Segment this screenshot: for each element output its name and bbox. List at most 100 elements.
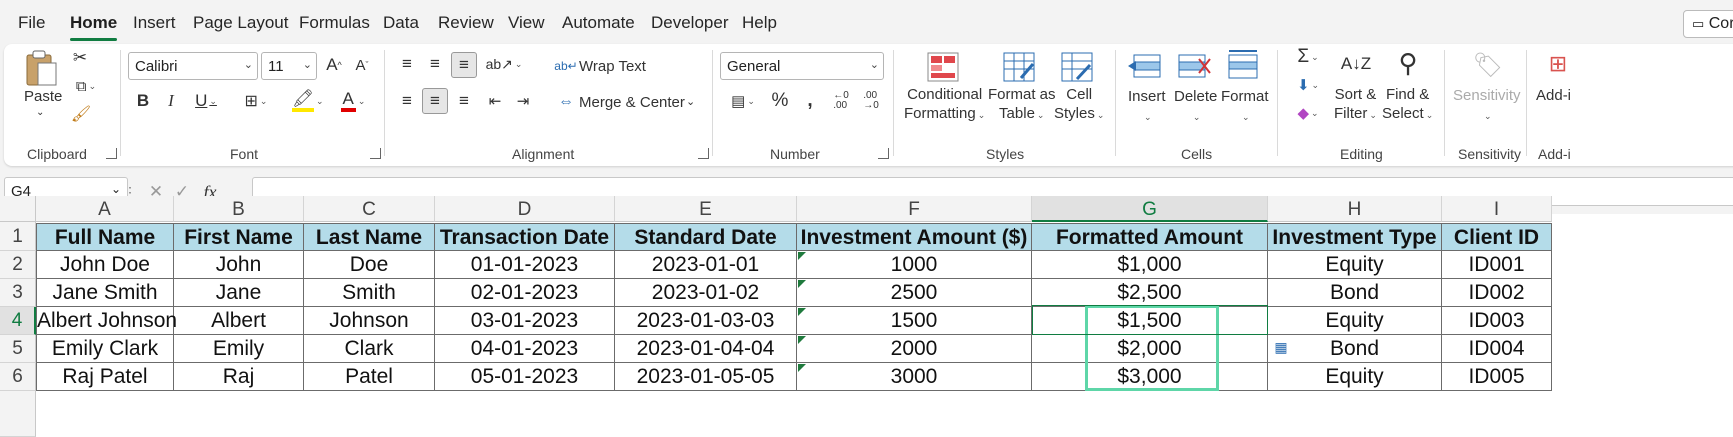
cell-styles-icon[interactable] [1060, 50, 1094, 84]
data-cell[interactable]: 2023-01-04-04 [615, 335, 797, 363]
data-cell[interactable]: Emily [174, 335, 304, 363]
data-cell[interactable]: Jane [174, 279, 304, 307]
data-cell[interactable]: Doe [304, 251, 435, 279]
menu-formulas[interactable]: Formulas [299, 13, 370, 33]
data-cell[interactable]: Johnson [304, 307, 435, 335]
data-cell[interactable]: Bond [1268, 279, 1442, 307]
fill-icon[interactable]: ⬇ ⌄ [1288, 74, 1328, 96]
copy-icon[interactable]: ⧉ ⌄ [68, 76, 104, 96]
format-cells-icon[interactable] [1226, 46, 1260, 82]
header-cell[interactable]: Last Name [304, 223, 435, 251]
orientation-icon[interactable]: ab↗ ⌄ [486, 54, 523, 74]
data-cell[interactable]: 01-01-2023 [435, 251, 615, 279]
column-header-i[interactable]: I [1442, 196, 1552, 222]
conditional-formatting-button[interactable]: Conditional Formatting ⌄ [904, 85, 985, 125]
error-indicator-icon[interactable] [798, 280, 806, 288]
data-cell[interactable]: John Doe [36, 251, 174, 279]
data-cell[interactable]: 03-01-2023 [435, 307, 615, 335]
header-cell[interactable]: Client ID [1442, 223, 1552, 251]
borders-icon[interactable]: ⊞ ⌄ [236, 90, 276, 112]
bold-icon[interactable]: B [134, 90, 152, 112]
data-cell[interactable]: Smith [304, 279, 435, 307]
column-header-d[interactable]: D [435, 196, 615, 222]
increase-indent-icon[interactable]: ⇥ [512, 90, 534, 112]
format-as-table-button[interactable]: Format as Table ⌄ [988, 85, 1056, 125]
data-cell[interactable]: $1,000 [1032, 251, 1268, 279]
data-cell[interactable]: Equity [1268, 251, 1442, 279]
column-header-c[interactable]: C [304, 196, 435, 222]
row-header-1[interactable]: 1 [0, 223, 36, 251]
data-cell[interactable]: $2,500 [1032, 279, 1268, 307]
decrease-indent-icon[interactable]: ⇤ [484, 90, 506, 112]
delete-cells-button[interactable]: Delete ⌄ [1174, 87, 1217, 127]
merge-center-icon[interactable]: ⇔ [556, 92, 576, 112]
alignment-launcher-icon[interactable] [698, 148, 709, 159]
row-header-4[interactable]: 4 [0, 307, 36, 335]
error-indicator-icon[interactable] [798, 336, 806, 344]
menu-help[interactable]: Help [742, 13, 777, 33]
data-cell[interactable]: Bond [1268, 335, 1442, 363]
insert-cells-button[interactable]: Insert ⌄ [1128, 87, 1166, 127]
chevron-down-icon[interactable]: ⌄ [686, 93, 695, 112]
comma-style-icon[interactable]: , [800, 90, 820, 112]
delete-cells-icon[interactable] [1176, 50, 1212, 82]
format-as-table-icon[interactable] [1002, 50, 1036, 84]
conditional-formatting-icon[interactable] [926, 50, 960, 84]
align-bottom-icon[interactable]: ≡ [451, 52, 477, 78]
row-header-3[interactable]: 3 [0, 279, 36, 307]
autosum-icon[interactable]: Σ ⌄ [1288, 46, 1328, 68]
wrap-text-icon[interactable]: ab↵ [554, 56, 577, 76]
header-cell[interactable]: Transaction Date [435, 223, 615, 251]
data-cell[interactable]: Albert Johnson [36, 307, 177, 335]
data-cell[interactable]: 1000 [797, 251, 1032, 279]
align-left-icon[interactable]: ≡ [396, 90, 418, 112]
data-cell[interactable]: Clark [304, 335, 435, 363]
decrease-decimal-icon[interactable]: .00 →0 [858, 88, 884, 114]
data-cell[interactable]: Emily Clark [36, 335, 174, 363]
data-cell[interactable]: 02-01-2023 [435, 279, 615, 307]
comments-button[interactable]: ▭ Cor [1683, 10, 1733, 38]
paste-dropdown-icon[interactable]: ⌄ [36, 103, 44, 122]
font-size-select[interactable]: 11 ⌄ [261, 52, 317, 80]
header-cell[interactable]: Full Name [36, 223, 174, 251]
data-cell[interactable]: 3000 [797, 363, 1032, 391]
error-indicator-icon[interactable] [798, 364, 806, 372]
row-header-5[interactable]: 5 [0, 335, 36, 363]
data-cell[interactable]: ID003 [1442, 307, 1552, 335]
increase-decimal-icon[interactable]: ←0.00 [828, 88, 854, 114]
cell-styles-button[interactable]: Cell Styles ⌄ [1054, 85, 1104, 125]
row-header-6[interactable]: 6 [0, 363, 36, 391]
increase-font-icon[interactable]: A ^ [322, 53, 346, 77]
data-cell[interactable]: Albert [174, 307, 304, 335]
sensitivity-icon[interactable]: 🏷 [1470, 46, 1506, 84]
sensitivity-button[interactable]: Sensitivity ⌄ [1453, 86, 1521, 126]
header-cell[interactable]: Standard Date [615, 223, 797, 251]
data-cell[interactable]: 2000 [797, 335, 1032, 363]
find-select-icon[interactable]: ⚲ [1390, 44, 1426, 82]
sort-filter-icon[interactable]: A↓Z [1338, 46, 1374, 82]
format-painter-icon[interactable]: 🖌 [70, 104, 92, 124]
select-all-corner[interactable] [0, 196, 36, 222]
percent-style-icon[interactable]: % [768, 90, 792, 112]
menu-automate[interactable]: Automate [562, 13, 635, 33]
data-cell[interactable]: Equity [1268, 307, 1442, 335]
header-cell[interactable]: Formatted Amount [1032, 223, 1268, 251]
header-cell[interactable]: Investment Type [1268, 223, 1442, 251]
menu-home[interactable]: Home [70, 13, 118, 41]
data-cell[interactable]: 2500 [797, 279, 1032, 307]
data-cell[interactable]: Patel [304, 363, 435, 391]
header-cell[interactable]: First Name [174, 223, 304, 251]
data-cell[interactable]: 04-01-2023 [435, 335, 615, 363]
data-cell[interactable]: 2023-01-03-03 [615, 307, 797, 335]
column-header-f[interactable]: F [797, 196, 1032, 222]
column-header-a[interactable]: A [36, 196, 174, 222]
data-cell[interactable]: ID001 [1442, 251, 1552, 279]
data-cell[interactable]: Raj [174, 363, 304, 391]
fill-color-icon[interactable]: 🖍 ⌄ [288, 88, 328, 114]
error-indicator-icon[interactable] [798, 252, 806, 260]
addins-icon[interactable]: ⊞ [1540, 46, 1576, 82]
number-format-select[interactable]: General ⌄ [720, 52, 884, 80]
data-cell[interactable]: 1500 [797, 307, 1032, 335]
wrap-text-button[interactable]: Wrap Text [579, 57, 646, 76]
decrease-font-icon[interactable]: Aˇ [350, 53, 374, 77]
